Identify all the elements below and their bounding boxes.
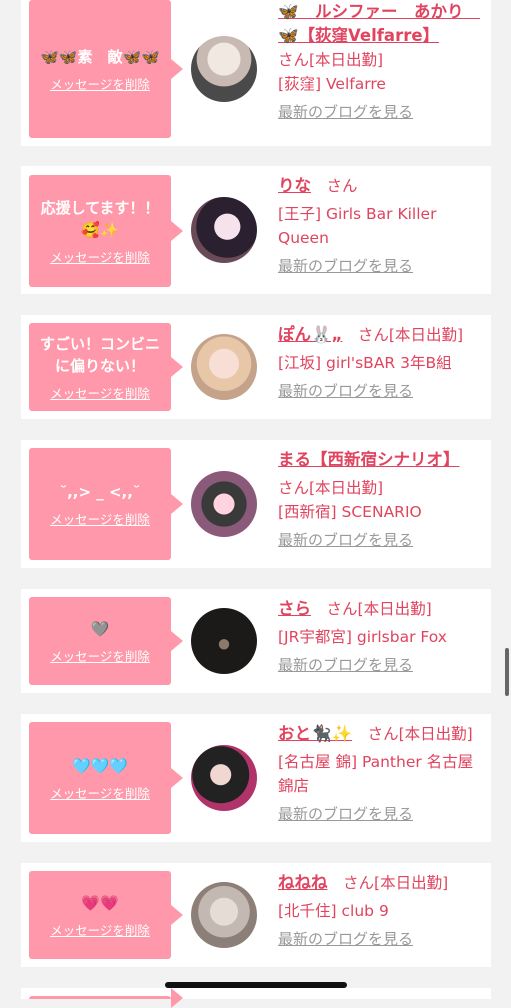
message-text: 応援してます！！🥰✨	[40, 198, 160, 239]
message-bubble: 応援してます！！🥰✨ メッセージを削除	[29, 175, 183, 287]
card-8-partial	[21, 987, 491, 1008]
profile-info: ねねね さん[本日出勤] [北千住] club 9 最新のブログを見る	[278, 871, 486, 951]
avatar[interactable]	[191, 197, 257, 263]
avatar[interactable]	[191, 745, 257, 811]
delete-message-link[interactable]: メッセージを削除	[50, 383, 150, 402]
message-bubble: 🩵🩵🩵 メッセージを削除	[29, 722, 183, 834]
blog-link[interactable]: 最新のブログを見る	[278, 653, 486, 677]
blog-link[interactable]: 最新のブログを見る	[278, 927, 486, 951]
blog-link[interactable]: 最新のブログを見る	[278, 802, 486, 826]
delete-message-link[interactable]: メッセージを削除	[50, 247, 150, 266]
avatar[interactable]	[191, 608, 257, 674]
avatar[interactable]	[191, 36, 257, 102]
message-text: 💗💗	[81, 893, 119, 912]
blog-link[interactable]: 最新のブログを見る	[278, 379, 486, 403]
avatar[interactable]	[191, 334, 257, 400]
home-indicator[interactable]	[165, 982, 347, 988]
delete-message-link[interactable]: メッセージを削除	[50, 783, 150, 802]
shop-text: [名古屋 錦] Panther 名古屋錦店	[278, 753, 474, 795]
avatar[interactable]	[191, 471, 257, 537]
status-text: さん[本日出勤]	[343, 874, 449, 892]
status-text: さん	[326, 177, 358, 195]
blog-link[interactable]: 最新のブログを見る	[278, 528, 486, 552]
shop-text: [荻窪] Velfarre	[278, 75, 386, 93]
shop-text: [王子] Girls Bar Killer Queen	[278, 205, 437, 247]
delete-message-link[interactable]: メッセージを削除	[50, 920, 150, 939]
message-text: ˘,,> _ <,,˘	[59, 482, 141, 501]
profile-info: りな さん [王子] Girls Bar Killer Queen 最新のブログ…	[278, 174, 486, 278]
card-6: 🩵🩵🩵 メッセージを削除 おと🐈‍⬛✨ さん[本日出勤] [名古屋 錦] Pan…	[21, 714, 491, 842]
card-4: ˘,,> _ <,,˘ メッセージを削除 まる【西新宿シナリオ】 さん[本日出勤…	[21, 440, 491, 568]
message-text: 🩶	[90, 619, 110, 638]
status-text: さん[本日出勤]	[357, 326, 464, 344]
profile-name-link[interactable]: おと🐈‍⬛✨	[278, 724, 352, 743]
message-bubble: 💗💗 メッセージを削除	[29, 871, 183, 959]
message-text: すごい！コンビニに偏りない！	[39, 334, 160, 375]
message-bubble: 🦋🦋素 敵🦋🦋 メッセージを削除	[29, 0, 183, 138]
profile-name-link[interactable]: さら	[278, 599, 311, 618]
profile-info: ぽん🐰„ さん[本日出勤] [江坂] girl'sBAR 3年B組 最新のブログ…	[278, 323, 486, 403]
status-text: さん[本日出勤]	[367, 725, 473, 743]
message-bubble: ˘,,> _ <,,˘ メッセージを削除	[29, 448, 183, 560]
status-text: さん[本日出勤]	[278, 51, 384, 69]
shop-text: [JR宇都宮] girlsbar Fox	[278, 628, 447, 646]
scrollbar-thumb[interactable]	[505, 648, 509, 696]
blog-link[interactable]: 最新のブログを見る	[278, 100, 486, 124]
shop-text: [江坂] girl'sBAR 3年B組	[278, 354, 452, 372]
shop-text: [北千住] club 9	[278, 902, 389, 920]
profile-info: さら さん[本日出勤] [JR宇都宮] girlsbar Fox 最新のブログを…	[278, 597, 486, 677]
card-7: 💗💗 メッセージを削除 ねねね さん[本日出勤] [北千住] club 9 最新…	[21, 863, 491, 967]
message-bubble: すごい！コンビニに偏りない！ メッセージを削除	[29, 323, 183, 411]
message-text: 🦋🦋素 敵🦋🦋	[40, 47, 160, 66]
card-1: 🦋🦋素 敵🦋🦋 メッセージを削除 🦋 ルシファー あかり 🦋【荻窪Velfarr…	[21, 0, 491, 146]
card-2: 応援してます！！🥰✨ メッセージを削除 りな さん [王子] Girls Bar…	[21, 166, 491, 294]
profile-name-link[interactable]: ぽん🐰„	[278, 325, 342, 344]
profile-info: 🦋 ルシファー あかり 🦋【荻窪Velfarre】 さん[本日出勤] [荻窪] …	[278, 0, 486, 124]
delete-message-link[interactable]: メッセージを削除	[50, 646, 150, 665]
card-5: 🩶 メッセージを削除 さら さん[本日出勤] [JR宇都宮] girlsbar …	[21, 589, 491, 693]
profile-name-link[interactable]: 🦋 ルシファー あかり 🦋【荻窪Velfarre】	[278, 0, 486, 48]
profile-info: まる【西新宿シナリオ】 さん[本日出勤] [西新宿] SCENARIO 最新のブ…	[278, 448, 486, 552]
profile-name-link[interactable]: りな	[278, 176, 311, 195]
profile-name-link[interactable]: ねねね	[278, 873, 328, 892]
avatar[interactable]	[191, 882, 257, 948]
card-3: すごい！コンビニに偏りない！ メッセージを削除 ぽん🐰„ さん[本日出勤] [江…	[21, 315, 491, 419]
delete-message-link[interactable]: メッセージを削除	[50, 509, 150, 528]
blog-link[interactable]: 最新のブログを見る	[278, 254, 486, 278]
profile-name-link[interactable]: まる【西新宿シナリオ】	[278, 448, 486, 472]
status-text: さん[本日出勤]	[278, 479, 384, 497]
delete-message-link[interactable]: メッセージを削除	[50, 74, 150, 93]
message-bubble: 🩶 メッセージを削除	[29, 597, 183, 685]
message-text: 🩵🩵🩵	[71, 756, 129, 775]
profile-info: おと🐈‍⬛✨ さん[本日出勤] [名古屋 錦] Panther 名古屋錦店 最新…	[278, 722, 486, 826]
shop-text: [西新宿] SCENARIO	[278, 503, 422, 521]
status-text: さん[本日出勤]	[326, 600, 432, 618]
